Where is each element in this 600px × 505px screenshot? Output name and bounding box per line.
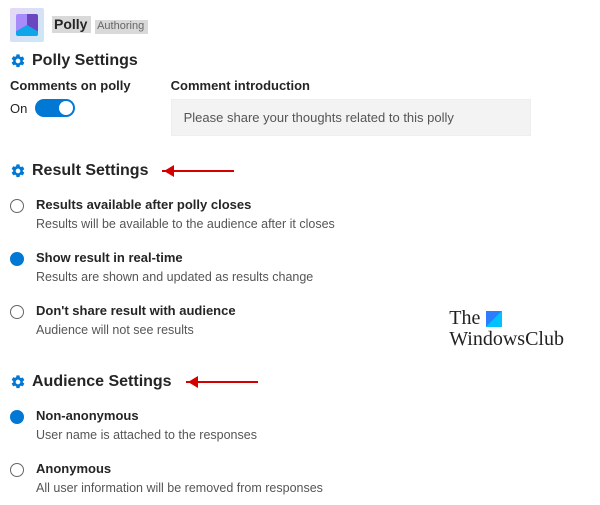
radio-icon[interactable]: [10, 305, 24, 319]
option-title: Results available after polly closes: [36, 196, 335, 215]
option-desc: All user information will be removed fro…: [36, 479, 323, 497]
result-option-after-close[interactable]: Results available after polly closes Res…: [10, 188, 590, 241]
gear-icon: [10, 163, 26, 179]
gear-icon: [10, 374, 26, 390]
annotation-arrow-icon: [162, 165, 242, 177]
audience-option-non-anonymous[interactable]: Non-anonymous User name is attached to t…: [10, 399, 590, 452]
watermark-logo-icon: [486, 311, 502, 327]
watermark-line1: The: [449, 308, 480, 329]
audience-settings-heading: Audience Settings: [10, 373, 590, 391]
section-title: Result Settings: [32, 162, 148, 180]
audience-option-anonymous[interactable]: Anonymous All user information will be r…: [10, 452, 590, 505]
section-title: Polly Settings: [32, 52, 138, 70]
option-desc: Results will be available to the audienc…: [36, 215, 335, 233]
comments-state: On: [10, 101, 27, 116]
option-title: Show result in real-time: [36, 249, 313, 268]
polly-settings-heading: Polly Settings: [10, 52, 590, 70]
option-desc: User name is attached to the responses: [36, 426, 257, 444]
polly-app-icon: [10, 8, 44, 42]
option-desc: Results are shown and updated as results…: [36, 268, 313, 286]
comments-label: Comments on polly: [10, 78, 131, 93]
option-title: Don't share result with audience: [36, 302, 236, 321]
comment-intro-label: Comment introduction: [171, 78, 590, 93]
gear-icon: [10, 53, 26, 69]
app-subtitle: Authoring: [95, 20, 148, 33]
result-settings-heading: Result Settings: [10, 162, 590, 180]
app-header: Polly Authoring: [10, 8, 590, 42]
section-title: Audience Settings: [32, 373, 172, 391]
option-title: Non-anonymous: [36, 407, 257, 426]
result-option-realtime[interactable]: Show result in real-time Results are sho…: [10, 241, 590, 294]
audience-radio-group: Non-anonymous User name is attached to t…: [10, 399, 590, 505]
option-desc: Audience will not see results: [36, 321, 236, 339]
comment-intro-input[interactable]: [171, 99, 531, 136]
radio-icon[interactable]: [10, 199, 24, 213]
radio-icon[interactable]: [10, 463, 24, 477]
watermark-line2: WindowsClub: [449, 329, 564, 350]
radio-icon[interactable]: [10, 410, 24, 424]
radio-icon[interactable]: [10, 252, 24, 266]
app-name: Polly: [52, 16, 91, 33]
option-title: Anonymous: [36, 460, 323, 479]
annotation-arrow-icon: [186, 376, 266, 388]
watermark: The WindowsClub: [449, 308, 564, 350]
comments-toggle[interactable]: [35, 99, 75, 117]
